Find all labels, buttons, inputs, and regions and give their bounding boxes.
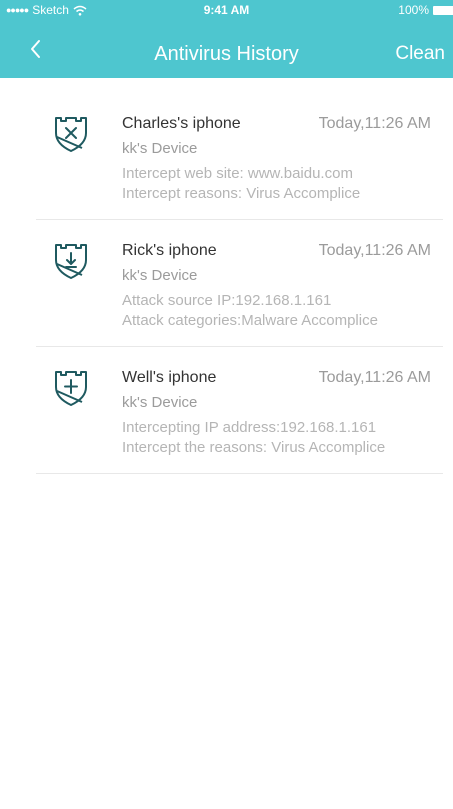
detail-line-1: Intercepting IP address:192.168.1.161 xyxy=(122,419,377,436)
history-item[interactable]: Rick's iphone Today,11:26 AM kk's Device… xyxy=(36,220,443,347)
status-bar: ●●●●● Sketch 9:41 AM 100% xyxy=(0,0,453,20)
timestamp: Today,11:26 AM xyxy=(318,115,431,132)
timestamp: Today,11:26 AM xyxy=(318,242,431,259)
history-list: Charles's iphone Today,11:26 AM kk's Dev… xyxy=(0,93,453,474)
history-item[interactable]: Charles's iphone Today,11:26 AM kk's Dev… xyxy=(36,93,443,220)
nav-bar: Antivirus History Clean xyxy=(0,20,453,78)
history-item[interactable]: Well's iphone Today,11:26 AM kk's Device… xyxy=(36,347,443,474)
page-title: Antivirus History xyxy=(154,43,299,65)
status-bar-right: 100% xyxy=(398,3,453,17)
device-name: Well's iphone xyxy=(122,369,217,386)
detail-line-2: Intercept reasons: Virus Accomplice xyxy=(122,185,361,202)
header: ●●●●● Sketch 9:41 AM 100% Antivirus Hist… xyxy=(0,0,453,78)
status-time: 9:41 AM xyxy=(203,3,250,17)
shield-x-icon xyxy=(55,117,87,152)
device-owner: kk's Device xyxy=(122,140,198,157)
detail-line-2: Attack categories:Malware Accomplice xyxy=(122,312,378,329)
battery-icon xyxy=(433,5,453,15)
device-owner: kk's Device xyxy=(122,394,198,411)
detail-line-1: Intercept web site: www.baidu.com xyxy=(122,165,353,182)
device-name: Rick's iphone xyxy=(122,242,217,259)
timestamp: Today,11:26 AM xyxy=(318,369,431,386)
detail-line-1: Attack source IP:192.168.1.161 xyxy=(122,292,332,309)
device-name: Charles's iphone xyxy=(122,115,241,132)
shield-plus-icon xyxy=(55,371,87,406)
clean-button[interactable]: Clean xyxy=(395,42,445,66)
device-owner: kk's Device xyxy=(122,267,198,284)
detail-line-2: Intercept the reasons: Virus Accomplice xyxy=(122,439,386,456)
battery-percent: 100% xyxy=(398,3,429,17)
shield-download-icon xyxy=(55,244,87,279)
